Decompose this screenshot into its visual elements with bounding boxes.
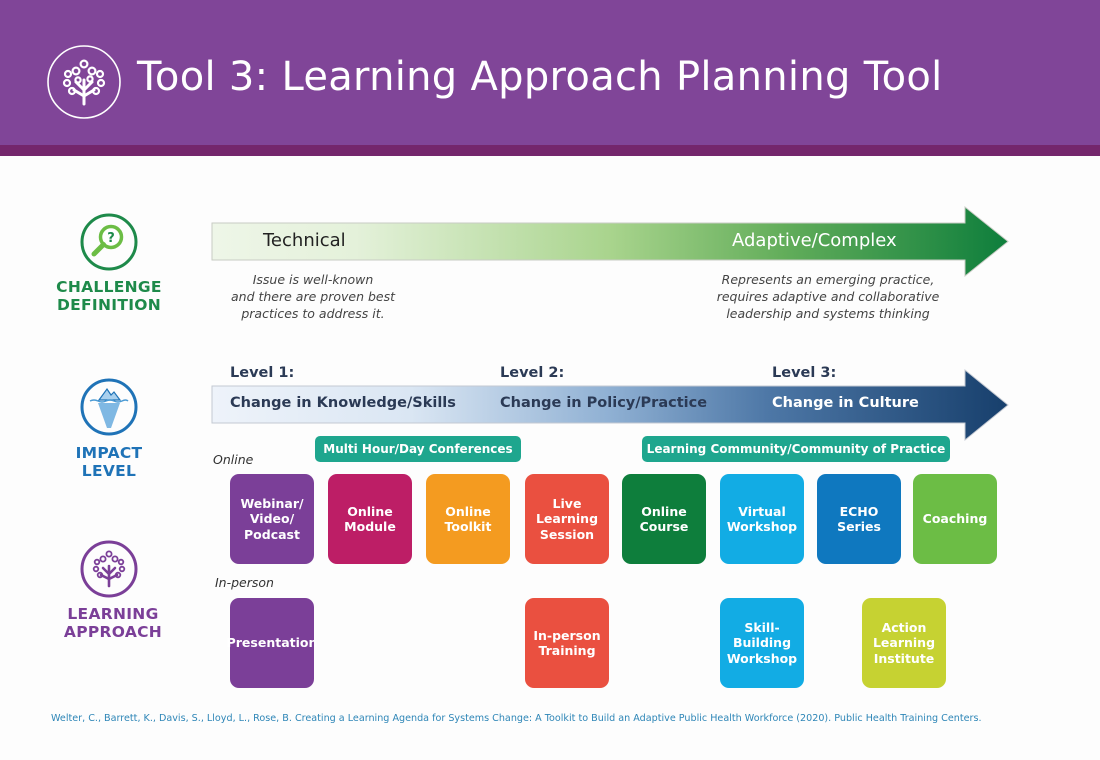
level-1-subtitle: Change in Knowledge/Skills (230, 395, 456, 411)
tile-label-line: Online (347, 503, 393, 519)
level-2-title: Level 2: (500, 365, 565, 381)
approach-tile-online-toolkit[interactable]: Online Toolkit (426, 474, 510, 564)
tile-label-line: ECHO (839, 503, 879, 519)
level-2-subtitle: Change in Policy/Practice (500, 395, 708, 411)
approach-tile-live-learning-session[interactable]: Live Learning Session (525, 474, 609, 564)
approach-tile-virtual-workshop[interactable]: Virtual Workshop (720, 474, 804, 564)
technical-desc-line: practices to address it. (241, 306, 385, 321)
level-1-title: Level 1: (230, 365, 295, 381)
tile-label-line: Coaching (922, 511, 988, 527)
tile-label-line: Webinar/ (240, 495, 304, 511)
adaptive-desc-line: requires adaptive and collaborative (716, 289, 940, 304)
tile-label-line: Institute (873, 650, 935, 666)
tile-label-line: Online (641, 503, 687, 519)
tile-label-line: Live (552, 495, 582, 511)
level-3-title: Level 3: (772, 365, 837, 381)
tile-label-line: Presentation (226, 635, 318, 651)
technical-desc-line: Issue is well-known (252, 272, 374, 287)
adaptive-description: Represents an emerging practice, require… (708, 271, 948, 322)
tile-label-line: Podcast (244, 526, 300, 542)
approach-tile-echo-series[interactable]: ECHO Series (817, 474, 901, 564)
tile-label-line: Training (538, 643, 596, 658)
online-label: Online (213, 452, 254, 467)
tile-label-line: Course (639, 519, 689, 534)
level-3-subtitle: Change in Culture (772, 395, 919, 411)
tile-label-line: Online (445, 503, 491, 519)
citation: Welter, C., Barrett, K., Davis, S., Lloy… (51, 713, 982, 724)
tile-label-line: Skill- (744, 619, 780, 635)
tile-label-line: Workshop (726, 519, 798, 534)
approach-tile-in-person-training[interactable]: In-person Training (525, 598, 609, 688)
in-person-label: In-person (215, 575, 274, 590)
approach-tile-presentation[interactable]: Presentation (227, 598, 317, 688)
adaptive-desc-line: Represents an emerging practice, (721, 272, 935, 287)
tile-label-line: Workshop (726, 650, 798, 666)
approach-tile-online-module[interactable]: Online Module (328, 474, 412, 564)
conferences-band: Multi Hour/Day Conferences (315, 436, 521, 462)
technical-label: Technical (263, 230, 346, 251)
community-of-practice-band: Learning Community/Community of Practice (642, 436, 950, 462)
tile-label-line: Series (837, 519, 881, 534)
approach-tile-webinar[interactable]: Webinar/Video/Podcast (230, 474, 314, 564)
tile-label-line: Building (732, 635, 792, 651)
tile-label-line: Module (344, 519, 396, 534)
approach-tile-skill-building-workshop[interactable]: Skill- Building Workshop (720, 598, 804, 688)
tile-label-line: Learning (535, 511, 599, 527)
tile-label-line: Session (539, 526, 595, 542)
technical-desc-line: and there are proven best (230, 289, 395, 304)
tile-label-line: In-person (533, 627, 601, 643)
tile-label-line: Action (881, 619, 927, 635)
approach-tile-coaching[interactable]: Coaching (913, 474, 997, 564)
approach-tile-online-course[interactable]: Online Course (622, 474, 706, 564)
tile-label-line: Toolkit (444, 519, 492, 534)
tile-label-line: Video/ (249, 511, 295, 527)
approach-tile-action-learning-institute[interactable]: Action Learning Institute (862, 598, 946, 688)
tile-label-line: Learning (872, 635, 936, 651)
tile-label-line: Virtual (738, 503, 786, 519)
adaptive-complex-label: Adaptive/Complex (732, 230, 897, 251)
adaptive-desc-line: leadership and systems thinking (726, 306, 930, 321)
technical-description: Issue is well-known and there are proven… (218, 271, 408, 322)
